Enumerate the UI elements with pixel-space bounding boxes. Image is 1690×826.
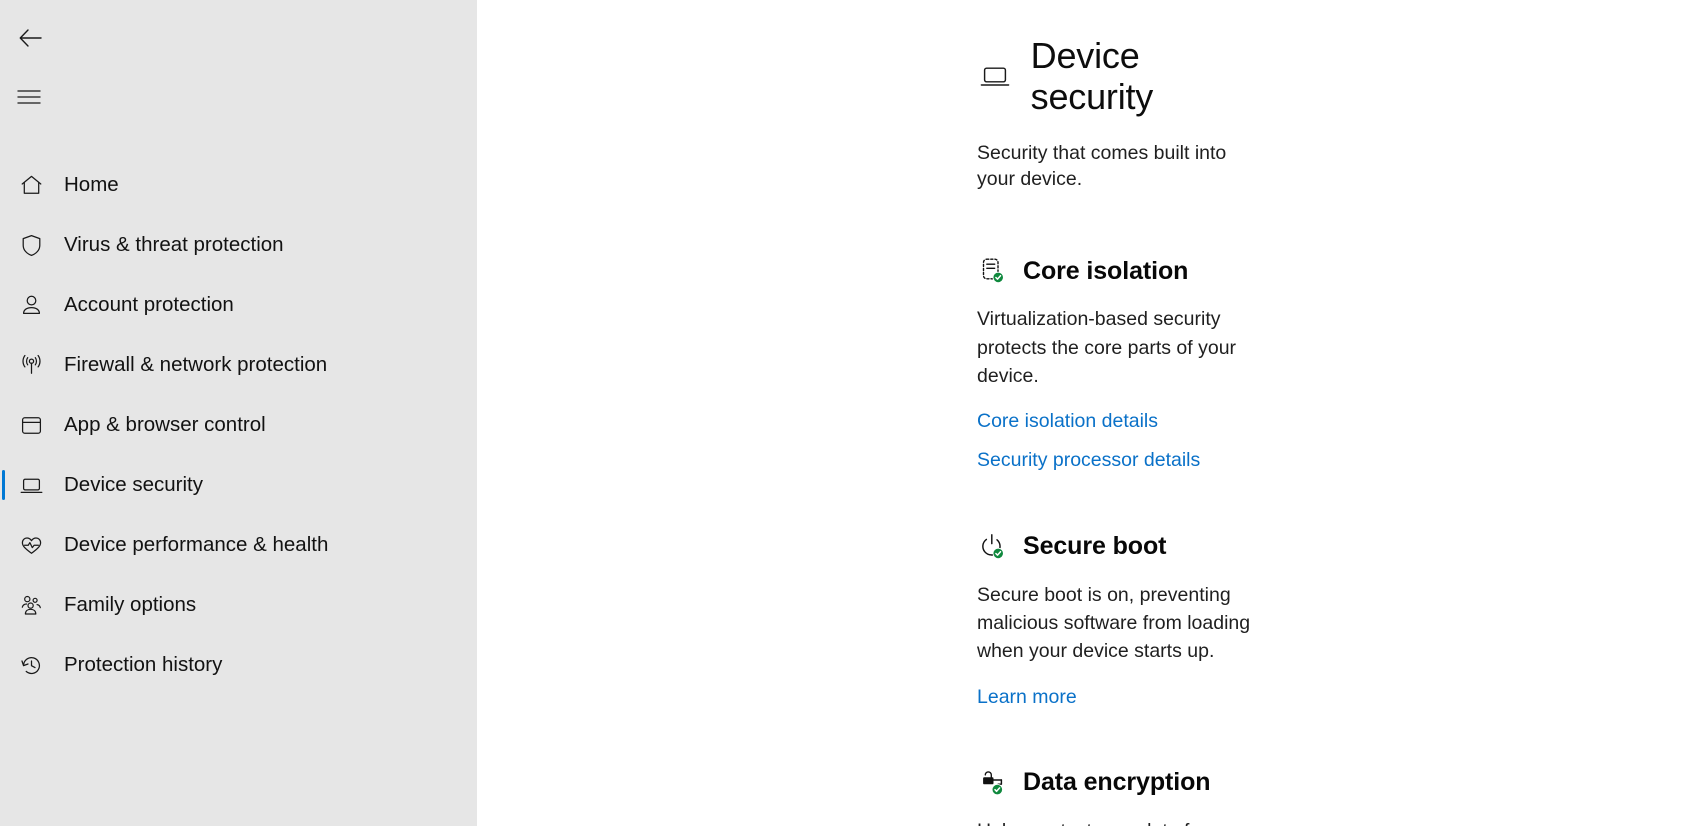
sidebar-item-label: Home: [64, 172, 119, 196]
sidebar-item-device-security[interactable]: Device security: [0, 455, 477, 515]
section-links: Core isolation details Security processo…: [977, 407, 1257, 475]
sidebar-item-device-performance-health[interactable]: Device performance & health: [0, 515, 477, 575]
windows-security-window: Home Virus & threat protection Account p…: [0, 0, 1690, 826]
person-icon: [14, 288, 48, 322]
learn-more-link[interactable]: Learn more: [977, 683, 1077, 711]
section-data-encryption: Data encryption Helps protect your data …: [977, 768, 1257, 826]
selection-indicator: [2, 650, 5, 680]
section-title: Data encryption: [1023, 768, 1211, 797]
home-icon: [14, 168, 48, 202]
sidebar-item-label: Account protection: [64, 292, 234, 316]
section-header: Secure boot: [977, 532, 1257, 562]
main-content: Device security Security that comes buil…: [477, 0, 1690, 826]
selection-indicator: [2, 170, 5, 200]
selection-indicator: [2, 530, 5, 560]
sidebar-item-app-browser-control[interactable]: App & browser control: [0, 395, 477, 455]
section-title: Secure boot: [1023, 532, 1167, 561]
browser-window-icon: [14, 408, 48, 442]
selection-indicator: [2, 470, 5, 500]
sidebar-item-family-options[interactable]: Family options: [0, 575, 477, 635]
selection-indicator: [2, 230, 5, 260]
lock-key-icon: [977, 768, 1007, 798]
core-isolation-details-link[interactable]: Core isolation details: [977, 407, 1158, 435]
sidebar-nav-list: Home Virus & threat protection Account p…: [0, 155, 477, 695]
link-row: Core isolation details: [977, 407, 1257, 435]
sidebar-item-label: Device security: [64, 472, 203, 496]
section-secure-boot: Secure boot Secure boot is on, preventin…: [977, 532, 1257, 711]
section-title: Core isolation: [1023, 257, 1189, 286]
section-header: Core isolation: [977, 256, 1257, 286]
history-clock-icon: [14, 648, 48, 682]
selection-indicator: [2, 410, 5, 440]
section-core-isolation: Core isolation Virtualization-based secu…: [977, 256, 1257, 474]
selection-indicator: [2, 350, 5, 380]
link-row: Learn more: [977, 683, 1257, 711]
people-group-icon: [14, 588, 48, 622]
selection-indicator: [2, 290, 5, 320]
sidebar-item-home[interactable]: Home: [0, 155, 477, 215]
back-button[interactable]: [5, 15, 63, 61]
hamburger-menu-icon: [17, 88, 41, 106]
page-title: Device security: [1030, 35, 1154, 118]
section-description: Secure boot is on, preventing malicious …: [977, 583, 1251, 663]
back-arrow-icon: [17, 24, 45, 52]
wifi-signal-icon: [14, 348, 48, 382]
sidebar-item-protection-history[interactable]: Protection history: [0, 635, 477, 695]
sidebar-item-label: Protection history: [64, 652, 223, 676]
laptop-icon: [977, 57, 1013, 95]
hamburger-menu-button[interactable]: [5, 74, 63, 120]
heart-pulse-icon: [14, 528, 48, 562]
section-links: Learn more: [977, 683, 1257, 711]
sidebar-item-label: Virus & threat protection: [64, 232, 284, 256]
sidebar-item-firewall-network-protection[interactable]: Firewall & network protection: [0, 335, 477, 395]
section-description: Virtualization-based security protects t…: [977, 308, 1237, 387]
sidebar-item-label: Family options: [64, 592, 197, 616]
section-description: Helps protect your data from unauthorize…: [977, 817, 1257, 826]
sidebar-item-virus-threat-protection[interactable]: Virus & threat protection: [0, 215, 477, 275]
memory-chip-icon: [977, 256, 1007, 286]
laptop-icon: [14, 468, 48, 502]
sidebar-item-label: Device performance & health: [64, 532, 329, 556]
sidebar-item-label: App & browser control: [64, 412, 266, 436]
page-subtitle: Security that comes built into your devi…: [977, 141, 1227, 191]
sidebar-item-account-protection[interactable]: Account protection: [0, 275, 477, 335]
link-row: Security processor details: [977, 446, 1257, 474]
selection-indicator: [2, 590, 5, 620]
page-header: Device security: [977, 35, 1257, 118]
shield-icon: [14, 228, 48, 262]
section-header: Data encryption: [977, 768, 1257, 798]
power-button-icon: [977, 532, 1007, 562]
sidebar-item-label: Firewall & network protection: [64, 352, 328, 376]
sidebar: Home Virus & threat protection Account p…: [0, 0, 477, 826]
security-processor-details-link[interactable]: Security processor details: [977, 446, 1200, 474]
